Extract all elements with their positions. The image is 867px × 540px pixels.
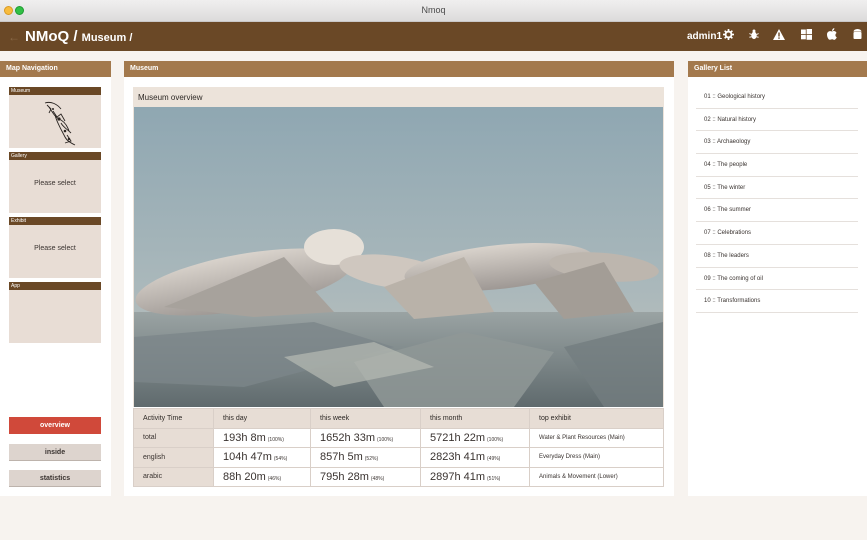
gallery-item[interactable]: 06 :: The summer xyxy=(696,199,858,223)
gallery-item[interactable]: 02 :: Natural history xyxy=(696,109,858,132)
row-label: arabic xyxy=(133,466,214,487)
app-select-box[interactable] xyxy=(9,290,101,343)
window-titlebar: Nmoq xyxy=(0,0,867,22)
gallery-list-title: Gallery List xyxy=(688,61,867,77)
statistics-button[interactable]: statistics xyxy=(9,470,101,487)
table-row: arabic 88h 20m (46%) 795h 28m (48%) 2897… xyxy=(133,466,664,487)
gallery-select-placeholder: Please select xyxy=(34,180,76,187)
gallery-item[interactable]: 07 :: Celebrations xyxy=(696,222,858,245)
museum-panel-title: Museum xyxy=(124,61,674,77)
brand-title[interactable]: NMoQ / xyxy=(25,28,78,45)
gallery-item[interactable]: 03 :: Archaeology xyxy=(696,131,858,155)
gallery-item[interactable]: 09 :: The coming of oil xyxy=(696,268,858,291)
settings-icon[interactable] xyxy=(720,27,736,45)
top-exhibit-cell: Animals & Movement (Lower) xyxy=(529,466,664,487)
bug-icon[interactable] xyxy=(746,27,762,45)
table-cell: 795h 28m (48%) xyxy=(310,466,421,487)
table-cell: 104h 47m (54%) xyxy=(213,447,311,468)
app-section-label: App xyxy=(9,282,101,290)
gallery-item[interactable]: 05 :: The winter xyxy=(696,177,858,200)
table-cell: 857h 5m (52%) xyxy=(310,447,421,468)
apple-icon[interactable] xyxy=(824,27,840,45)
exhibit-select-placeholder: Please select xyxy=(34,245,76,252)
user-name[interactable]: admin1 xyxy=(687,31,722,42)
exhibit-section-label: Exhibit xyxy=(9,217,101,225)
map-navigation-title: Map Navigation xyxy=(0,61,111,77)
table-cell: 5721h 22m (100%) xyxy=(420,427,530,448)
row-label: total xyxy=(133,427,214,448)
gallery-item[interactable]: 08 :: The leaders xyxy=(696,245,858,268)
window-title: Nmoq xyxy=(421,5,446,15)
overview-button[interactable]: overview xyxy=(9,417,101,434)
table-header: Activity Time xyxy=(133,408,214,429)
table-header-row: Activity Time this day this week this mo… xyxy=(133,408,664,429)
table-cell: 1652h 33m (100%) xyxy=(310,427,421,448)
android-icon[interactable] xyxy=(849,27,865,45)
app-header: ← NMoQ / Museum / admin1 xyxy=(0,22,867,51)
museum-overview-title: Museum overview xyxy=(138,93,203,102)
museum-map-thumbnail[interactable] xyxy=(9,95,101,148)
gallery-item[interactable]: 10 :: Transformations xyxy=(696,290,858,313)
table-header: this day xyxy=(213,408,311,429)
windows-icon[interactable] xyxy=(798,27,814,45)
top-exhibit-cell: Water & Plant Resources (Main) xyxy=(529,427,664,448)
museum-photo[interactable] xyxy=(134,107,663,407)
table-header: this week xyxy=(310,408,421,429)
breadcrumb: NMoQ / Museum / xyxy=(25,28,132,45)
gallery-item[interactable]: 04 :: The people xyxy=(696,154,858,177)
top-exhibit-cell: Everyday Dress (Main) xyxy=(529,447,664,468)
museum-section-label: Museum xyxy=(9,87,101,95)
breadcrumb-museum[interactable]: Museum / xyxy=(82,32,133,44)
inside-button[interactable]: inside xyxy=(9,444,101,461)
warning-icon[interactable] xyxy=(771,27,787,45)
gallery-section-label: Gallery xyxy=(9,152,101,160)
back-arrow-icon[interactable]: ← xyxy=(8,30,20,44)
table-cell: 193h 8m (100%) xyxy=(213,427,311,448)
gallery-list: 01 :: Geological history 02 :: Natural h… xyxy=(696,86,858,313)
table-row: total 193h 8m (100%) 1652h 33m (100%) 57… xyxy=(133,427,664,448)
table-cell: 2897h 41m (51%) xyxy=(420,466,530,487)
museum-overview-card: Museum overview xyxy=(133,87,664,407)
exhibit-select-box[interactable]: Please select xyxy=(9,225,101,278)
table-cell: 2823h 41m (49%) xyxy=(420,447,530,468)
table-header: this month xyxy=(420,408,530,429)
table-header: top exhibit xyxy=(529,408,664,429)
table-cell: 88h 20m (46%) xyxy=(213,466,311,487)
activity-table: Activity Time this day this week this mo… xyxy=(133,408,664,487)
gallery-select-box[interactable]: Please select xyxy=(9,160,101,213)
row-label: english xyxy=(133,447,214,468)
gallery-item[interactable]: 01 :: Geological history xyxy=(696,86,858,109)
museum-sketch-icon xyxy=(44,101,76,146)
table-row: english 104h 47m (54%) 857h 5m (52%) 282… xyxy=(133,447,664,468)
